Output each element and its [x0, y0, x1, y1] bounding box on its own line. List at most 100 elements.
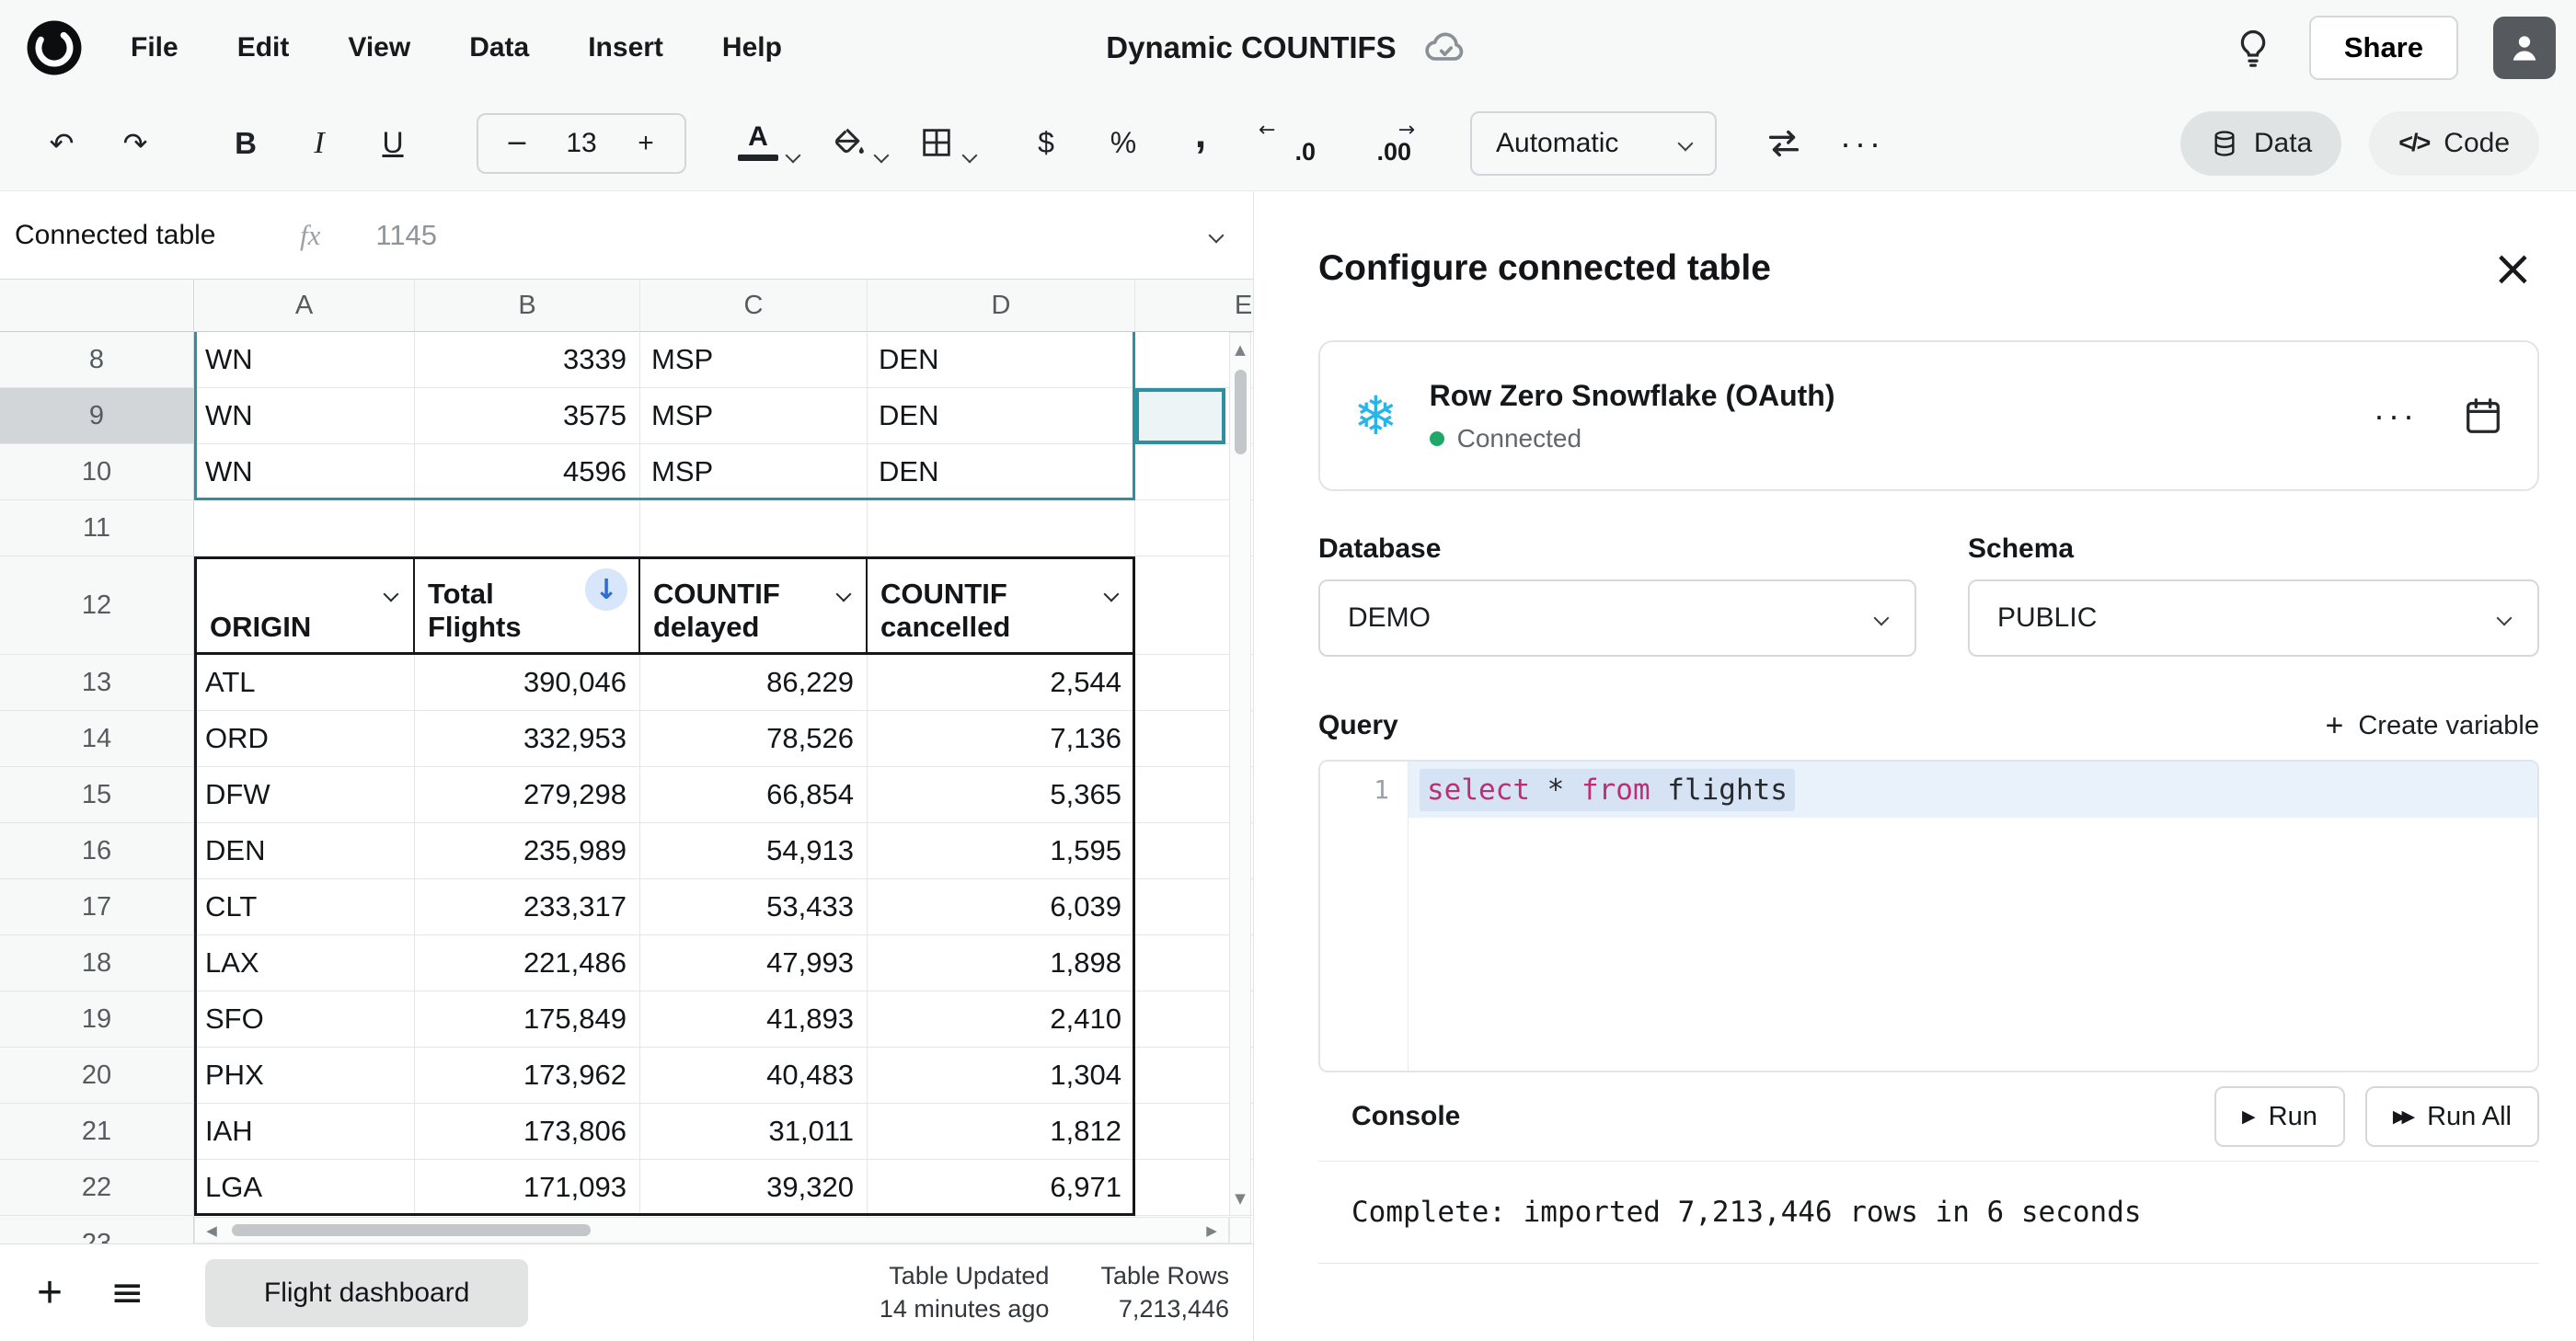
- cell-D20[interactable]: 1,304: [868, 1048, 1135, 1104]
- cell-D16[interactable]: 1,595: [868, 823, 1135, 879]
- row-number[interactable]: 23: [0, 1216, 194, 1244]
- schedule-calendar-icon[interactable]: [2462, 395, 2504, 437]
- app-logo-icon[interactable]: [26, 19, 83, 76]
- row-number[interactable]: 18: [0, 935, 194, 991]
- horizontal-scrollbar[interactable]: ◀ ▶: [194, 1217, 1229, 1244]
- active-cell-E9[interactable]: [1135, 388, 1225, 444]
- data-view-button[interactable]: Data: [2180, 111, 2341, 176]
- cell-A13[interactable]: ATL: [194, 655, 415, 711]
- decrease-decimal-button[interactable]: ← .0: [1253, 113, 1321, 174]
- cell-A16[interactable]: DEN: [194, 823, 415, 879]
- connection-more-button[interactable]: ···: [2374, 396, 2418, 435]
- cell-D17[interactable]: 6,039: [868, 879, 1135, 935]
- italic-button[interactable]: I: [294, 113, 344, 174]
- document-title[interactable]: Dynamic COUNTIFS: [1106, 30, 1396, 65]
- cell-D22[interactable]: 6,971: [868, 1160, 1135, 1216]
- cell-A14[interactable]: ORD: [194, 711, 415, 767]
- cell-A20[interactable]: PHX: [194, 1048, 415, 1104]
- cell-B19[interactable]: 175,849: [415, 991, 640, 1048]
- scroll-down-icon[interactable]: ▼: [1235, 1182, 1246, 1215]
- currency-format-button[interactable]: $: [1021, 113, 1071, 174]
- cell-A19[interactable]: SFO: [194, 991, 415, 1048]
- cell-C9[interactable]: MSP: [640, 388, 868, 444]
- text-color-button[interactable]: A: [738, 113, 799, 174]
- cell-D14[interactable]: 7,136: [868, 711, 1135, 767]
- cell-C11[interactable]: [640, 500, 868, 556]
- database-dropdown[interactable]: DEMO: [1318, 579, 1916, 657]
- cell-B13[interactable]: 390,046: [415, 655, 640, 711]
- comma-format-button[interactable]: ,: [1176, 104, 1225, 165]
- cell-C20[interactable]: 40,483: [640, 1048, 868, 1104]
- scroll-right-icon[interactable]: ▶: [1195, 1222, 1228, 1239]
- cell-C10[interactable]: MSP: [640, 444, 868, 500]
- account-avatar[interactable]: [2493, 17, 2556, 79]
- row-number[interactable]: 19: [0, 991, 194, 1048]
- menu-edit[interactable]: Edit: [237, 32, 290, 63]
- vertical-scrollbar-thumb[interactable]: [1235, 370, 1247, 454]
- cell-D8[interactable]: DEN: [868, 332, 1135, 388]
- redo-button[interactable]: ↷: [110, 113, 160, 174]
- row-number[interactable]: 16: [0, 823, 194, 879]
- formula-bar-collapse-chevron[interactable]: [1209, 227, 1225, 243]
- cell-D19[interactable]: 2,410: [868, 991, 1135, 1048]
- code-view-button[interactable]: </> Code: [2369, 111, 2539, 176]
- horizontal-scrollbar-thumb[interactable]: [232, 1224, 591, 1236]
- select-all-corner[interactable]: [0, 280, 194, 332]
- column-header-E[interactable]: E: [1135, 280, 1253, 332]
- swap-source-icon[interactable]: [1763, 122, 1805, 165]
- row-number[interactable]: 14: [0, 711, 194, 767]
- cell-B8[interactable]: 3339: [415, 332, 640, 388]
- cell-B10[interactable]: 4596: [415, 444, 640, 500]
- bold-button[interactable]: B: [221, 113, 270, 174]
- chevron-down-icon[interactable]: [874, 147, 890, 163]
- run-button[interactable]: ▶ Run: [2214, 1086, 2345, 1147]
- column-header-C[interactable]: C: [640, 280, 868, 332]
- borders-button[interactable]: [918, 113, 975, 174]
- row-number[interactable]: 13: [0, 655, 194, 711]
- row-number[interactable]: 22: [0, 1160, 194, 1216]
- chevron-down-icon[interactable]: [786, 147, 801, 163]
- create-variable-button[interactable]: + Create variable: [2325, 710, 2539, 741]
- header-cell-origin[interactable]: ORIGIN: [194, 556, 415, 655]
- column-header-A[interactable]: A: [194, 280, 415, 332]
- cell-D10[interactable]: DEN: [868, 444, 1135, 500]
- cell-B14[interactable]: 332,953: [415, 711, 640, 767]
- cell-A9[interactable]: WN: [194, 388, 415, 444]
- menu-data[interactable]: Data: [469, 32, 529, 63]
- cell-A8[interactable]: WN: [194, 332, 415, 388]
- filter-chevron-icon[interactable]: [1106, 574, 1117, 607]
- row-number[interactable]: 10: [0, 444, 194, 500]
- cell-D21[interactable]: 1,812: [868, 1104, 1135, 1160]
- cell-A21[interactable]: IAH: [194, 1104, 415, 1160]
- cell-C13[interactable]: 86,229: [640, 655, 868, 711]
- row-number[interactable]: 17: [0, 879, 194, 935]
- row-number-selected[interactable]: 9: [0, 388, 194, 444]
- cell-B18[interactable]: 221,486: [415, 935, 640, 991]
- cell-C17[interactable]: 53,433: [640, 879, 868, 935]
- sheet-tab-flight-dashboard[interactable]: Flight dashboard: [205, 1259, 528, 1327]
- run-all-button[interactable]: ▶▶ Run All: [2365, 1086, 2539, 1147]
- add-sheet-button[interactable]: +: [37, 1271, 63, 1315]
- number-format-dropdown[interactable]: Automatic: [1470, 111, 1717, 176]
- header-cell-total-flights[interactable]: ↓ Total Flights: [415, 556, 640, 655]
- cell-A22[interactable]: LGA: [194, 1160, 415, 1216]
- formula-input[interactable]: 1145: [375, 219, 437, 252]
- cell-D11[interactable]: [868, 500, 1135, 556]
- header-cell-countif-delayed[interactable]: COUNTIF delayed: [640, 556, 868, 655]
- cell-C8[interactable]: MSP: [640, 332, 868, 388]
- chevron-down-icon[interactable]: [962, 147, 978, 163]
- cell-B20[interactable]: 173,962: [415, 1048, 640, 1104]
- menu-help[interactable]: Help: [722, 32, 782, 63]
- cell-B16[interactable]: 235,989: [415, 823, 640, 879]
- sort-descending-icon[interactable]: ↓: [585, 568, 627, 611]
- cell-C14[interactable]: 78,526: [640, 711, 868, 767]
- close-panel-button[interactable]: ×: [2492, 248, 2534, 288]
- sql-query-line[interactable]: select * from flights: [1409, 762, 2537, 818]
- cell-B22[interactable]: 171,093: [415, 1160, 640, 1216]
- cell-D15[interactable]: 5,365: [868, 767, 1135, 823]
- column-header-D[interactable]: D: [868, 280, 1135, 332]
- row-number[interactable]: 20: [0, 1048, 194, 1104]
- undo-button[interactable]: ↶: [37, 113, 86, 174]
- cell-C16[interactable]: 54,913: [640, 823, 868, 879]
- cell-A17[interactable]: CLT: [194, 879, 415, 935]
